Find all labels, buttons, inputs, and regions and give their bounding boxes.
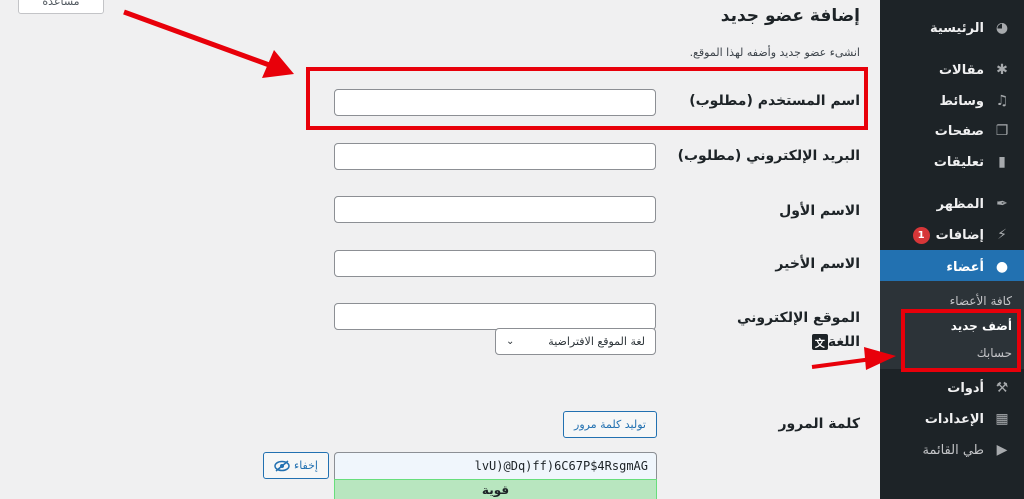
sidebar-item-label: طي القائمة	[922, 442, 984, 458]
language-select-value: لغة الموقع الافتراضية	[548, 335, 645, 348]
page-title: إضافة عضو جديد	[720, 6, 860, 26]
eye-slash-icon	[274, 459, 290, 472]
sidebar-collapse-menu[interactable]: ▶ طي القائمة	[880, 433, 1024, 467]
chevron-down-icon: ⌄	[506, 336, 515, 347]
translation-icon: 文	[811, 334, 828, 350]
password-input[interactable]: lvU)@Dq)ff)6C67P$4RsgmAG	[334, 452, 657, 479]
comment-icon: ▮	[998, 154, 1006, 170]
sidebar-item-posts[interactable]: ✱ مقالات	[880, 53, 1024, 87]
password-label: كلمة المرور	[778, 416, 860, 432]
sidebar-item-pages[interactable]: ❐ صفحات	[880, 114, 1024, 148]
website-input[interactable]	[334, 303, 656, 330]
sidebar-item-tools[interactable]: ⚒ أدوات	[880, 371, 1024, 405]
admin-sidebar: ◕ الرئيسية ✱ مقالات ♫ وسائط ❐ صفحات ▮ تع…	[872, 0, 1024, 499]
annotation-highlight-add-new	[901, 309, 1021, 372]
language-label: اللغة	[827, 334, 860, 350]
settings-icon: ▦	[995, 411, 1009, 427]
page-description: انشىء عضو جديد وأضفه لهذا الموقع.	[689, 46, 860, 59]
wrench-icon: ⚒	[995, 380, 1009, 396]
hide-password-label: إخفاء	[294, 459, 318, 472]
email-input[interactable]	[334, 143, 656, 170]
plugin-icon: ⚡	[997, 227, 1007, 243]
generate-password-button[interactable]: توليد كلمة مرور	[563, 411, 657, 438]
sidebar-item-label: وسائط	[939, 93, 984, 109]
last-name-label: الاسم الأخير	[775, 256, 860, 272]
sidebar-item-label: الإعدادات	[924, 411, 984, 427]
annotation-highlight-username	[306, 67, 868, 130]
first-name-label: الاسم الأول	[779, 203, 860, 219]
sidebar-item-label: إضافات	[935, 227, 984, 243]
sidebar-item-label: مقالات	[938, 62, 984, 78]
language-label-row: اللغة 文	[806, 334, 860, 350]
active-indicator	[872, 259, 880, 275]
sidebar-item-dashboard[interactable]: ◕ الرئيسية	[880, 11, 1024, 45]
email-label: البريد الإلكتروني (مطلوب)	[677, 148, 860, 164]
user-icon: ●	[995, 259, 1009, 275]
hide-password-button[interactable]: إخفاء	[263, 452, 329, 479]
sidebar-item-label: أدوات	[947, 380, 984, 396]
sidebar-item-plugins[interactable]: ⚡ إضافات 1	[880, 218, 1024, 252]
sidebar-item-label: تعليقات	[933, 154, 984, 170]
website-label: الموقع الإلكتروني	[737, 310, 860, 326]
sidebar-item-appearance[interactable]: ✒ المظهر	[880, 187, 1024, 221]
sidebar-item-label: المظهر	[936, 196, 984, 212]
first-name-input[interactable]	[334, 196, 656, 223]
sidebar-item-settings[interactable]: ▦ الإعدادات	[880, 402, 1024, 436]
sidebar-item-label: أعضاء	[946, 259, 984, 275]
pages-icon: ❐	[995, 123, 1009, 139]
last-name-input[interactable]	[334, 250, 656, 277]
sidebar-item-label: الرئيسية	[929, 20, 984, 36]
collapse-icon: ▶	[996, 442, 1008, 458]
dashboard-icon: ◕	[995, 20, 1009, 36]
language-select[interactable]: لغة الموقع الافتراضية ⌄	[495, 328, 656, 355]
password-strength-meter: قوية	[334, 479, 657, 499]
pin-icon: ✱	[996, 62, 1008, 78]
sidebar-item-comments[interactable]: ▮ تعليقات	[880, 145, 1024, 179]
update-count-badge: 1	[912, 226, 930, 244]
sidebar-item-users[interactable]: ● أعضاء	[872, 250, 1024, 284]
sidebar-item-media[interactable]: ♫ وسائط	[880, 84, 1024, 118]
media-icon: ♫	[995, 93, 1009, 109]
brush-icon: ✒	[996, 196, 1008, 212]
sidebar-item-label: صفحات	[934, 123, 984, 139]
help-button[interactable]: مساعدة	[18, 0, 104, 14]
